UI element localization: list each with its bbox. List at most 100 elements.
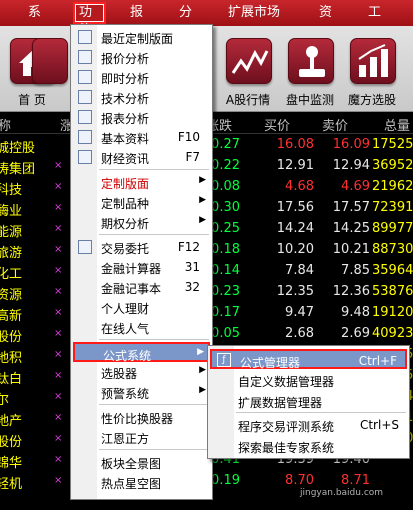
menu-separator [99,449,209,450]
stock-name: 化工 [0,267,23,282]
a-share-quote-button[interactable]: A股行情 [218,34,278,110]
f10-icon [78,130,92,144]
submenu-item-label: 自定义数据管理器 [238,375,335,389]
menu-item-14[interactable]: 在线人气 [73,317,210,337]
menubar-item-0[interactable]: 系统 [24,2,53,42]
trend-chart-icon [226,38,272,84]
menubar-item-1[interactable]: 功能 [73,2,106,38]
mark: × [54,181,63,192]
mark: × [54,391,63,402]
intraday-monitor-button[interactable]: 盘中监测 [280,34,340,110]
submenu-item-0[interactable]: ƒ 公式管理器 Ctrl+F [210,349,407,370]
menu-item-label: 在线人气 [101,322,150,336]
stock-name: 锦华 [0,456,23,471]
menu-item-9[interactable]: 期权分析 ▶ [73,212,210,232]
menu-item-15[interactable]: 公式系统 ▶ [73,342,210,363]
ask-price: 10.21 [332,242,370,257]
menubar-item-2[interactable]: 报价 [126,2,155,42]
menu-item-1[interactable]: 报价分析 [73,47,210,67]
stock-name: 股份 [0,435,23,450]
stock-name: 城控股 [0,141,36,156]
submenu-item-label: 程序交易评测系统 [238,420,335,434]
menubar-item-5[interactable]: 资讯 [315,2,344,42]
col-ask[interactable]: 卖价 [322,115,348,134]
menu-item-11[interactable]: 金融计算器 31 [73,257,210,277]
app-button[interactable] [32,34,68,110]
stock-name: 科技 [0,183,23,198]
formula-submenu: ƒ 公式管理器 Ctrl+F 自定义数据管理器 扩展数据管理器 程序交易评测系统 Ctrl+… [207,345,410,459]
menu-item-21[interactable]: 热点星空图 [73,472,210,492]
stock-name: 资源 [0,288,23,303]
submenu-item-3[interactable]: 程序交易评测系统 Ctrl+S [210,415,407,435]
menu-item-label: 选股器 [101,367,138,381]
menu-item-7[interactable]: 定制版面 ▶ [73,172,210,192]
formula-icon: ƒ [217,353,231,367]
menu-item-17[interactable]: 预警系统 ▶ [73,382,210,402]
function-menu: 最近定制版面 报价分析 即时分析技术分析 报表分析 基本资料 F10 财经资讯 F7 定制版面 ▶… [70,24,213,500]
menu-item-18[interactable]: 性价比换股器 [73,407,210,427]
menu-item-5[interactable]: 基本资料 F10 [73,127,210,147]
col-bid[interactable]: 买价 [264,115,290,134]
bid-price: 10.20 [276,242,314,257]
menu-item-label: 期权分析 [101,217,150,231]
menu-item-label: 性价比换股器 [101,412,174,426]
menu-item-label: 预警系统 [101,387,150,401]
stock-name: 尔 [0,393,10,408]
ask-price: 8.71 [341,473,370,488]
menu-item-6[interactable]: 财经资讯 F7 [73,147,210,167]
line-chart-icon [78,70,92,84]
mark: × [54,202,63,213]
volume: 409231 [372,326,413,341]
menu-item-13[interactable]: 个人理财 [73,297,210,317]
menu-item-3[interactable]: 技术分析 [73,87,210,107]
submenu-item-4[interactable]: 探索最佳专家系统 [210,436,407,456]
submenu-arrow-icon: ▶ [199,175,206,185]
cube-stock-picker-label: 魔方选股 [347,93,396,107]
menu-item-8[interactable]: 定制品种 ▶ [73,192,210,212]
menu-item-0[interactable]: 最近定制版面 [73,27,210,47]
stock-name: 能源 [0,225,23,240]
watermark: jingyan.baidu.com [300,488,384,498]
app-icon [32,38,68,84]
ask-price: 4.69 [341,179,370,194]
volume: 89977 [372,221,413,236]
ask-price: 12.36 [332,284,370,299]
submenu-item-1[interactable]: 自定义数据管理器 [210,370,407,390]
mark: × [54,328,63,339]
cube-stock-picker-button[interactable]: 魔方选股 [342,34,402,110]
volume: 88730 [372,242,413,257]
menubar-item-6[interactable]: 工具 [364,2,393,42]
submenu-arrow-icon: ▶ [199,385,206,395]
mark: × [54,265,63,276]
menubar-item-4[interactable]: 扩展市场行情 [224,2,295,42]
volume: 219629 [372,179,413,194]
menu-item-20[interactable]: 板块全景图 [73,452,210,472]
menu-item-label: 技术分析 [101,92,150,106]
menu-item-12[interactable]: 金融记事本 32 [73,277,210,297]
bid-price: 4.68 [285,179,314,194]
layout-icon [78,30,92,44]
menu-separator [99,234,209,235]
submenu-item-label: 公式管理器 [240,356,301,370]
volume: 191202 [372,305,413,320]
col-volume[interactable]: 总量 [384,115,410,134]
bid-price: 2.68 [285,326,314,341]
menu-item-shortcut: F10 [177,130,200,144]
stock-name: 地产 [0,414,23,429]
bid-price: 12.91 [276,158,314,173]
menubar: 系统功能报价分析扩展市场行情资讯工具 [0,0,413,42]
submenu-item-2[interactable]: 扩展数据管理器 [210,391,407,411]
bid-price: 9.47 [285,305,314,320]
menu-item-4[interactable]: 报表分析 [73,107,210,127]
menu-item-shortcut: 31 [184,260,200,274]
menu-item-label: 金融记事本 [101,282,162,296]
menubar-item-3[interactable]: 分析 [175,2,204,42]
volume: 175254 [372,137,413,152]
volume: 36952 [372,158,413,173]
menu-item-10[interactable]: 交易委托 F12 [73,237,210,257]
menu-item-16[interactable]: 选股器 ▶ [73,362,210,382]
menu-item-2[interactable]: 即时分析 [73,67,210,87]
intraday-monitor-label: 盘中监测 [285,93,334,107]
col-name[interactable]: 称 [0,115,11,134]
menu-item-19[interactable]: 江恩正方 [73,427,210,447]
